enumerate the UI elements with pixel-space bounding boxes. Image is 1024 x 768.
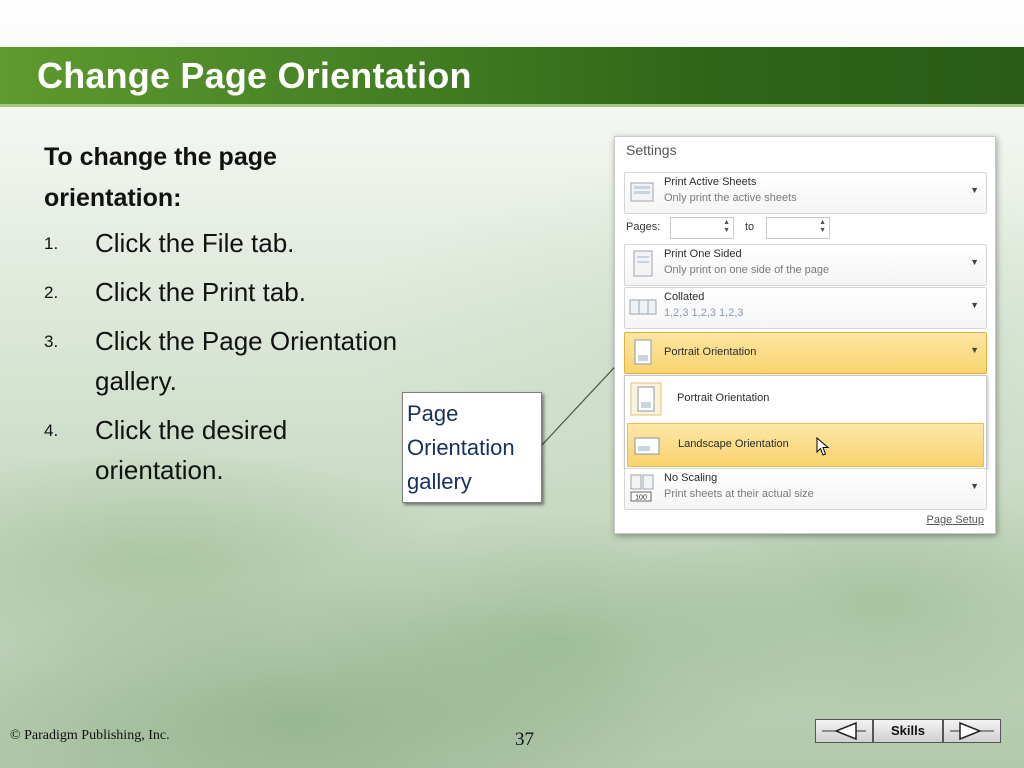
portrait-page-icon [630, 382, 662, 416]
portrait-page-icon [634, 339, 652, 365]
instructions-lead: To change the page orientation: [44, 143, 277, 212]
arrow-left-icon [822, 721, 866, 741]
step-text: Click the Print tab. [95, 277, 306, 307]
step-text: Click the Page Orientation gallery. [95, 326, 398, 396]
page-setup-link[interactable]: Page Setup [927, 514, 985, 526]
dropdown-arrow-icon: ▼ [970, 257, 979, 267]
print-active-label: Print Active Sheets [664, 176, 757, 188]
spinner-arrows-icon: ▲ ▼ [819, 219, 826, 234]
pages-range: Pages: ▲ ▼ to ▲ ▼ [626, 217, 986, 239]
step-item: 1. Click the File tab. [44, 223, 474, 263]
pages-from-spinner[interactable]: ▲ ▼ [670, 217, 734, 239]
step-text: Click the desired orientation. [95, 415, 288, 485]
print-active-sheets-dropdown[interactable]: Print Active Sheets Only print the activ… [624, 172, 987, 214]
settings-heading: Settings [626, 142, 677, 158]
print-sided-label: Print One Sided [664, 248, 742, 260]
orientation-selected-label: Portrait Orientation [664, 346, 757, 358]
skills-button[interactable]: Skills [873, 719, 943, 743]
scaling-label: No Scaling [664, 472, 718, 484]
print-settings-panel: Settings Print Active Sheets Only print … [614, 136, 996, 534]
copyright-notice: © Paradigm Publishing, Inc. [10, 728, 170, 743]
pages-to-spinner[interactable]: ▲ ▼ [766, 217, 830, 239]
dropdown-arrow-icon: ▼ [970, 185, 979, 195]
print-sided-dropdown[interactable]: Print One Sided Only print on one side o… [624, 244, 987, 286]
single-page-icon [633, 250, 653, 277]
scaling-icon: 100 [630, 474, 654, 502]
dropdown-arrow-icon: ▼ [970, 345, 979, 355]
scaling-dropdown[interactable]: 100 No Scaling Print sheets at their act… [624, 468, 987, 510]
step-item: 3. Click the Page Orientation gallery. [44, 321, 475, 401]
print-active-desc: Only print the active sheets [664, 192, 797, 204]
dropdown-arrow-icon: ▼ [970, 300, 979, 310]
spinner-arrows-icon: ▲ ▼ [723, 219, 730, 234]
collated-dropdown[interactable]: Collated 1,2,3 1,2,3 1,2,3 ▼ [624, 287, 987, 329]
step-item: 2. Click the Print tab. [44, 272, 474, 312]
landscape-page-icon [634, 437, 660, 455]
slide-navigation: Skills [815, 719, 1001, 745]
dropdown-arrow-icon: ▼ [970, 481, 979, 491]
step-number: 3. [44, 332, 59, 351]
step-item: 4. Click the desired orientation. [44, 410, 335, 490]
collated-desc: 1,2,3 1,2,3 1,2,3 [664, 307, 744, 319]
next-slide-button[interactable] [943, 719, 1001, 743]
scaling-icon-text: 100 [635, 495, 647, 502]
step-number: 1. [44, 234, 59, 253]
landscape-option-label: Landscape Orientation [678, 438, 789, 450]
portrait-orientation-option[interactable]: Portrait Orientation [627, 378, 982, 420]
scaling-desc: Print sheets at their actual size [664, 488, 814, 500]
collated-label: Collated [664, 291, 705, 303]
arrow-right-icon [950, 721, 994, 741]
orientation-gallery: Portrait Orientation Landscape Orientati… [624, 375, 987, 469]
pages-label: Pages: [626, 221, 661, 233]
landscape-orientation-option[interactable]: Landscape Orientation [627, 423, 984, 467]
callout-label: Page Orientation gallery [407, 401, 515, 494]
slide-title: Change Page Orientation [37, 55, 472, 96]
step-number: 2. [44, 283, 59, 302]
step-text: Click the File tab. [95, 228, 295, 258]
portrait-option-label: Portrait Orientation [677, 392, 770, 404]
mouse-cursor-icon [816, 437, 830, 456]
print-sided-desc: Only print on one side of the page [664, 264, 830, 276]
sheets-icon [630, 182, 654, 202]
page-orientation-dropdown[interactable]: Portrait Orientation ▼ [624, 332, 987, 374]
step-number: 4. [44, 421, 59, 440]
slide-number: 37 [515, 729, 534, 750]
collated-icon [629, 299, 657, 315]
callout-box: Page Orientation gallery [402, 392, 542, 503]
previous-slide-button[interactable] [815, 719, 873, 743]
pages-to-label: to [745, 221, 755, 233]
